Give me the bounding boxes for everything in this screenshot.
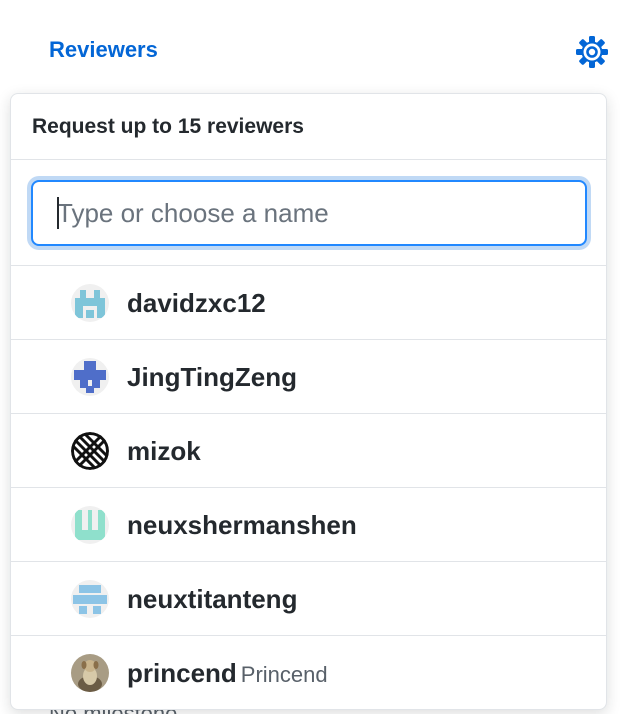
avatar: [71, 432, 109, 470]
reviewer-item-jingtingzeng[interactable]: JingTingZeng: [11, 340, 606, 414]
filter-area: [11, 160, 606, 266]
reviewer-item-mizok[interactable]: mizok: [11, 414, 606, 488]
avatar: [71, 506, 109, 544]
reviewers-section-header: Reviewers: [0, 0, 624, 96]
reviewer-list: davidzxc12 JingTingZeng mizok neuxsherma…: [11, 266, 606, 709]
avatar: [71, 358, 109, 396]
reviewer-login: neuxtitanteng: [127, 584, 298, 614]
reviewers-popover: Request up to 15 reviewers Type or choos…: [10, 93, 607, 710]
reviewer-item-neuxshermanshen[interactable]: neuxshermanshen: [11, 488, 606, 562]
reviewers-title[interactable]: Reviewers: [49, 36, 158, 64]
gear-icon[interactable]: [575, 35, 609, 69]
reviewer-item-davidzxc12[interactable]: davidzxc12: [11, 266, 606, 340]
reviewer-filter-input[interactable]: [31, 180, 587, 246]
reviewer-login: davidzxc12: [127, 288, 266, 318]
reviewer-fullname: Princend: [240, 662, 328, 687]
reviewer-login: neuxshermanshen: [127, 510, 357, 540]
avatar: [71, 284, 109, 322]
popover-title: Request up to 15 reviewers: [32, 115, 304, 138]
reviewer-login: JingTingZeng: [127, 362, 297, 392]
text-caret: [57, 197, 59, 229]
reviewer-item-neuxtitanteng[interactable]: neuxtitanteng: [11, 562, 606, 636]
avatar: [71, 654, 109, 692]
reviewer-login: princend Princend: [127, 658, 328, 688]
reviewer-item-princend[interactable]: princend Princend: [11, 636, 606, 709]
reviewer-login: mizok: [127, 436, 201, 466]
avatar: [71, 580, 109, 618]
popover-header: Request up to 15 reviewers: [11, 94, 606, 160]
